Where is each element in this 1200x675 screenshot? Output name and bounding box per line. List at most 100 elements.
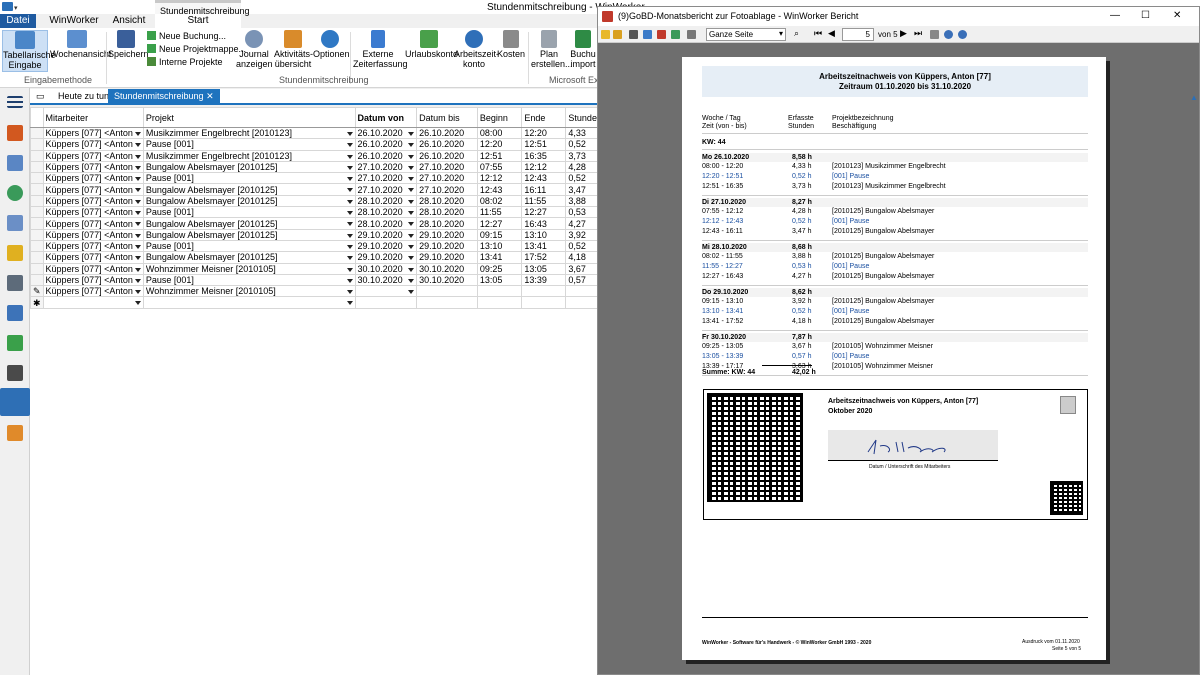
cell-datum-bis[interactable]: 27.10.2020 <box>416 183 478 196</box>
new-row-cell[interactable] <box>354 296 418 309</box>
new-row[interactable]: ✱ <box>30 296 600 309</box>
chart-icon[interactable] <box>7 335 23 351</box>
cell-datum-bis[interactable] <box>416 285 478 298</box>
cell-stunden[interactable]: 0,53 <box>565 206 600 219</box>
cell-ende[interactable]: 12:27 <box>521 206 567 219</box>
cell-datum-von[interactable]: 27.10.2020 <box>354 172 418 185</box>
row-header[interactable] <box>30 251 44 264</box>
cell-datum-bis[interactable]: 30.10.2020 <box>416 262 478 275</box>
row-header[interactable] <box>30 273 44 287</box>
cell-ende[interactable]: 11:55 <box>521 194 567 208</box>
journal-button[interactable]: Journal anzeigen <box>236 30 273 69</box>
mail-icon[interactable] <box>671 30 680 39</box>
row-header[interactable] <box>30 160 44 174</box>
cell-stunden[interactable]: 0,57 <box>565 273 600 287</box>
cell-stunden[interactable]: 3,88 <box>565 194 600 208</box>
cell-datum-von[interactable]: 28.10.2020 <box>354 194 418 208</box>
row-header[interactable] <box>30 126 44 140</box>
last-page-icon[interactable]: ⏭ <box>914 28 922 39</box>
col-projekt[interactable]: Projekt <box>142 107 356 128</box>
cell-beginn[interactable]: 09:15 <box>476 228 523 241</box>
row-header[interactable] <box>30 138 44 151</box>
cell-datum-von[interactable]: 26.10.2020 <box>354 149 418 162</box>
print-icon[interactable] <box>629 30 638 39</box>
cell-projekt[interactable]: Bungalow Abelsmayer [2010125] <box>142 194 356 208</box>
cell-datum-von[interactable]: 27.10.2020 <box>354 160 418 174</box>
cell-beginn[interactable]: 08:00 <box>476 126 523 140</box>
kosten-button[interactable]: Kosten <box>496 30 526 59</box>
row-header[interactable] <box>30 194 44 208</box>
cell-beginn[interactable]: 12:12 <box>476 172 523 185</box>
calendar-icon[interactable] <box>7 125 23 141</box>
close-preview-icon[interactable] <box>930 30 939 39</box>
table-row[interactable]: Küppers [077] <Anton Pause [001] 29.10.202… <box>30 239 600 253</box>
cell-projekt[interactable]: Bungalow Abelsmayer [2010125] <box>142 228 356 241</box>
cell-beginn[interactable]: 12:20 <box>476 138 523 151</box>
table-row[interactable]: ✎ Küppers [077] <Anton Wohnzimmer Meisner … <box>30 285 600 298</box>
speichern-button[interactable]: Speichern <box>108 30 149 59</box>
export-icon[interactable] <box>643 30 652 39</box>
cell-ende[interactable]: 13:39 <box>521 273 567 287</box>
cell-ende[interactable]: 12:12 <box>521 160 567 174</box>
cell-datum-bis[interactable]: 26.10.2020 <box>416 138 478 151</box>
col-mitarbeiter[interactable]: Mitarbeiter <box>42 107 144 128</box>
cell-projekt[interactable]: Bungalow Abelsmayer [2010125] <box>142 251 356 264</box>
neue-projektmappe-button[interactable]: Neue Projektmappe... <box>147 44 246 54</box>
cell-datum-bis[interactable]: 29.10.2020 <box>416 228 478 241</box>
cell-stunden[interactable]: 0,52 <box>565 138 600 151</box>
cell-projekt[interactable]: Bungalow Abelsmayer [2010125] <box>142 160 356 174</box>
minimize-icon[interactable]: — <box>1110 10 1120 21</box>
cell-ende[interactable]: 16:35 <box>521 149 567 162</box>
timer-icon[interactable] <box>958 30 967 39</box>
row-header[interactable] <box>30 228 44 241</box>
cell-ende[interactable] <box>521 285 567 298</box>
prev-page-icon[interactable]: ◀ <box>828 28 835 39</box>
cell-ende[interactable]: 17:52 <box>521 251 567 264</box>
externe-zeiterfassung-button[interactable]: Externe Zeiterfassung <box>353 30 408 69</box>
quick-access-dropdown-icon[interactable]: ▾ <box>14 4 18 12</box>
cell-mitarbeiter[interactable]: Küppers [077] <Anton <box>42 194 144 208</box>
cell-stunden[interactable]: 4,27 <box>565 217 600 230</box>
cell-mitarbeiter[interactable]: Küppers [077] <Anton <box>42 239 144 253</box>
settings-icon[interactable] <box>687 30 696 39</box>
cell-beginn[interactable]: 13:05 <box>476 273 523 287</box>
col-datum-bis[interactable]: Datum bis <box>416 107 478 128</box>
cell-datum-bis[interactable]: 29.10.2020 <box>416 239 478 253</box>
cell-mitarbeiter[interactable]: Küppers [077] <Anton <box>42 172 144 185</box>
optionen-button[interactable]: Optionen <box>313 30 350 59</box>
page-number-input[interactable]: 5 <box>842 28 874 41</box>
cell-datum-von[interactable]: 29.10.2020 <box>354 228 418 241</box>
cell-ende[interactable]: 13:10 <box>521 228 567 241</box>
cell-datum-bis[interactable]: 29.10.2020 <box>416 251 478 264</box>
zoom-select[interactable]: Ganze Seite ▾ <box>706 28 786 41</box>
maximize-icon[interactable]: ☐ <box>1141 10 1150 21</box>
panel-toggle-icon[interactable]: ▭ <box>30 89 51 104</box>
cell-datum-von[interactable]: 29.10.2020 <box>354 239 418 253</box>
book-icon[interactable] <box>7 305 23 321</box>
cell-datum-bis[interactable]: 26.10.2020 <box>416 149 478 162</box>
tab-winworker[interactable]: WinWorker <box>44 14 104 28</box>
close-tab-icon[interactable]: ✕ <box>206 91 214 101</box>
cell-datum-von[interactable]: 26.10.2020 <box>354 126 418 140</box>
cell-ende[interactable]: 16:11 <box>521 183 567 196</box>
new-row-cell[interactable] <box>521 296 567 309</box>
cell-datum-bis[interactable]: 30.10.2020 <box>416 273 478 287</box>
cell-datum-bis[interactable]: 26.10.2020 <box>416 126 478 140</box>
cell-datum-bis[interactable]: 28.10.2020 <box>416 206 478 219</box>
tools-icon[interactable] <box>7 365 23 381</box>
table-row[interactable]: Küppers [077] <Anton Pause [001] 26.10.202… <box>30 138 600 151</box>
aktivitaeten-button[interactable]: Aktivitäts-übersicht <box>274 30 313 69</box>
cell-projekt[interactable]: Pause [001] <box>142 138 356 151</box>
cell-stunden[interactable]: 4,28 <box>565 160 600 174</box>
cell-beginn[interactable]: 13:10 <box>476 239 523 253</box>
table-row[interactable]: Küppers [077] <Anton Wohnzimmer Meisner [… <box>30 262 600 275</box>
new-row-cell[interactable] <box>565 296 600 309</box>
col-ende[interactable]: Ende <box>521 107 567 128</box>
cell-beginn[interactable]: 13:41 <box>476 251 523 264</box>
cell-projekt[interactable]: Pause [001] <box>142 172 356 185</box>
cell-mitarbeiter[interactable]: Küppers [077] <Anton <box>42 285 144 298</box>
cell-projekt[interactable]: Bungalow Abelsmayer [2010125] <box>142 217 356 230</box>
cell-mitarbeiter[interactable]: Küppers [077] <Anton <box>42 149 144 162</box>
interne-projekte-button[interactable]: Interne Projekte <box>147 57 223 67</box>
table-row[interactable]: Küppers [077] <Anton Bungalow Abelsmayer … <box>30 217 600 230</box>
